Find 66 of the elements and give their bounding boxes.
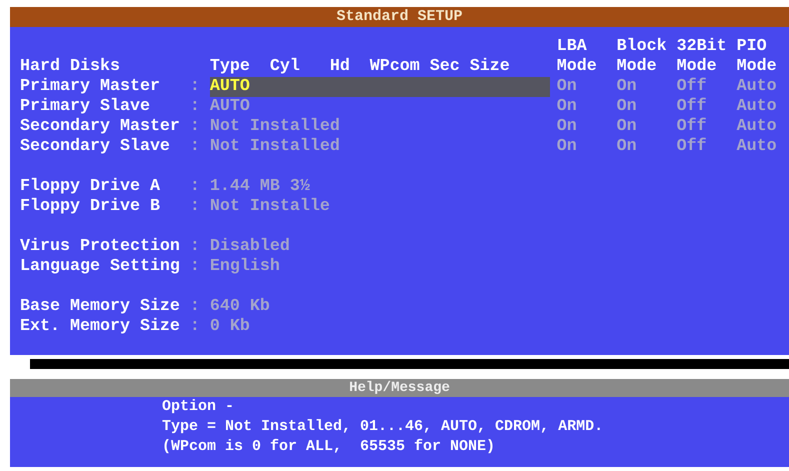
32bit-mode-value[interactable]: Off (676, 117, 737, 137)
drive-label: Primary Master (20, 77, 161, 97)
setting-value[interactable]: 1.44 MB 3½ (210, 177, 310, 197)
setting-label: Virus Protection (20, 237, 181, 257)
colon: : (190, 97, 201, 117)
drive-type-value[interactable]: Not Installed (210, 137, 340, 157)
colon: : (190, 77, 201, 97)
column-header: LBA (556, 37, 588, 57)
lba-mode-value[interactable]: On (556, 97, 617, 117)
column-header: WPcom (370, 57, 421, 77)
colon: : (190, 177, 201, 197)
column-header: Hd (330, 57, 351, 77)
column-header: Size (470, 57, 510, 77)
colon: : (190, 117, 201, 137)
column-header: Type (210, 57, 251, 77)
colon: : (190, 317, 201, 337)
32bit-mode-value[interactable]: Off (676, 77, 737, 97)
setting-label: Floppy Drive B (20, 197, 161, 217)
setting-value[interactable]: 640 Kb (210, 297, 270, 317)
window-title: Standard SETUP (336, 8, 463, 25)
drive-type-value[interactable]: AUTO (210, 77, 550, 97)
colon: : (190, 297, 201, 317)
32bit-mode-value[interactable]: Off (676, 97, 737, 117)
block-mode-value[interactable]: On (616, 117, 677, 137)
help-text: Option - (162, 397, 236, 417)
setting-value[interactable]: Not Installe (210, 197, 330, 217)
setting-value[interactable]: Disabled (210, 237, 290, 257)
32bit-mode-value[interactable]: Off (676, 137, 737, 157)
lba-mode-value[interactable]: On (556, 137, 617, 157)
block-mode-value[interactable]: On (616, 137, 677, 157)
column-header: Mode (736, 57, 778, 77)
column-header: Mode (616, 57, 658, 77)
block-mode-value[interactable]: On (616, 97, 677, 117)
setting-label: Language Setting (20, 257, 181, 277)
lba-mode-value[interactable]: On (556, 117, 617, 137)
column-header: Mode (556, 57, 598, 77)
colon: : (190, 197, 201, 217)
help-text: (WPcom is 0 for ALL, 65535 for NONE) (162, 437, 496, 457)
pio-mode-value[interactable]: Auto (736, 97, 789, 117)
setting-label: Floppy Drive A (20, 177, 161, 197)
pio-mode-value[interactable]: Auto (736, 117, 789, 137)
column-header: PIO (736, 37, 768, 57)
pio-mode-value[interactable]: Auto (736, 77, 789, 97)
setting-value[interactable]: English (210, 257, 280, 277)
column-header: Cyl (270, 57, 301, 77)
column-header: Mode (676, 57, 718, 77)
colon: : (190, 237, 201, 257)
pio-mode-value[interactable]: Auto (736, 137, 789, 157)
help-title: Help/Message (349, 380, 450, 396)
block-mode-value[interactable]: On (616, 77, 677, 97)
setting-label: Ext. Memory Size (20, 317, 181, 337)
section-label: Hard Disks (20, 57, 121, 77)
drive-label: Secondary Master (20, 117, 181, 137)
lba-mode-value[interactable]: On (556, 77, 617, 97)
setting-value[interactable]: 0 Kb (210, 317, 250, 337)
help-text: Type = Not Installed, 01...46, AUTO, CDROM, ARMD. (162, 417, 604, 437)
drive-label: Secondary Slave (20, 137, 171, 157)
setting-label: Base Memory Size (20, 297, 181, 317)
colon: : (190, 137, 201, 157)
colon: : (190, 257, 201, 277)
drive-label: Primary Slave (20, 97, 151, 117)
column-header: Sec (430, 57, 461, 77)
drive-type-value[interactable]: Not Installed (210, 117, 340, 137)
drive-type-value[interactable]: AUTO (210, 97, 250, 117)
column-header: Block (616, 37, 668, 57)
column-header: 32Bit (676, 37, 728, 57)
